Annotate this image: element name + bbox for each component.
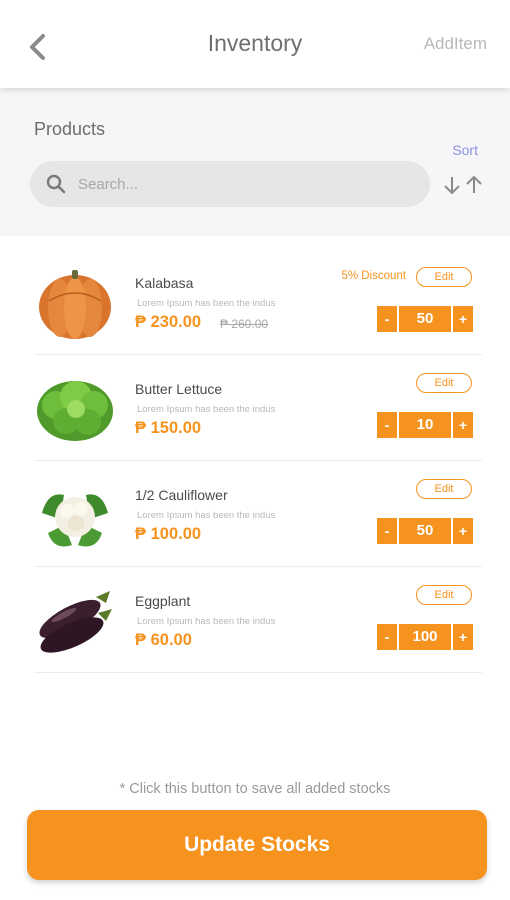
product-price: ₱ 60.00 [135,631,192,649]
product-name: 1/2 Cauliflower [135,487,228,503]
search-icon [46,174,66,194]
save-hint-text: * Click this button to save all added st… [119,781,391,797]
products-heading: Products [34,119,106,139]
update-stocks-button[interactable]: Update Stocks [27,810,487,880]
increment-button[interactable]: + [453,306,473,332]
increment-button[interactable]: + [453,624,473,650]
product-description: Lorem Ipsum has been the indus [137,616,276,627]
product-description: Lorem Ipsum has been the indus [137,298,276,309]
quantity-value[interactable]: 50 [399,306,451,332]
product-row-butter-lettuce: Butter Lettuce Lorem Ipsum has been the … [34,355,482,461]
edit-button[interactable]: Edit [416,373,472,393]
edit-button[interactable]: Edit [416,267,472,287]
quantity-stepper: - 50 + [377,306,473,332]
add-item-button[interactable]: AddItem [424,34,487,54]
eggplant-image [39,591,112,653]
app-header: Inventory AddItem [0,0,510,88]
product-row-kalabasa: Kalabasa Lorem Ipsum has been the indus … [34,249,482,355]
quantity-stepper: - 10 + [377,412,473,438]
sort-arrows-icon[interactable] [442,174,486,196]
original-price: ₱ 260.00 [220,317,269,331]
product-name: Butter Lettuce [135,381,223,397]
product-description: Lorem Ipsum has been the indus [137,404,276,415]
product-price: ₱ 150.00 [135,419,202,437]
product-name: Kalabasa [135,275,194,291]
quantity-stepper: - 50 + [377,518,473,544]
search-bar [30,161,430,207]
discount-label: 5% Discount [341,270,406,282]
cauliflower-image [42,494,108,547]
decrement-button[interactable]: - [377,306,397,332]
product-price: ₱ 230.00 [135,313,202,331]
edit-button[interactable]: Edit [416,585,472,605]
decrement-button[interactable]: - [377,518,397,544]
products-panel: Products Sort [0,88,510,236]
pumpkin-image [39,270,111,339]
product-price: ₱ 100.00 [135,525,202,543]
quantity-value[interactable]: 10 [399,412,451,438]
product-name: Eggplant [135,593,191,609]
quantity-value[interactable]: 100 [399,624,451,650]
product-row-cauliflower: 1/2 Cauliflower Lorem Ipsum has been the… [34,461,482,567]
quantity-value[interactable]: 50 [399,518,451,544]
sort-button[interactable]: Sort [452,142,478,158]
increment-button[interactable]: + [453,518,473,544]
decrement-button[interactable]: - [377,412,397,438]
edit-button[interactable]: Edit [416,479,472,499]
product-description: Lorem Ipsum has been the indus [137,510,276,521]
product-row-eggplant: Eggplant Lorem Ipsum has been the indus … [34,567,482,673]
quantity-stepper: - 100 + [377,624,473,650]
increment-button[interactable]: + [453,412,473,438]
decrement-button[interactable]: - [377,624,397,650]
search-input[interactable] [78,161,408,207]
lettuce-image [37,381,113,441]
